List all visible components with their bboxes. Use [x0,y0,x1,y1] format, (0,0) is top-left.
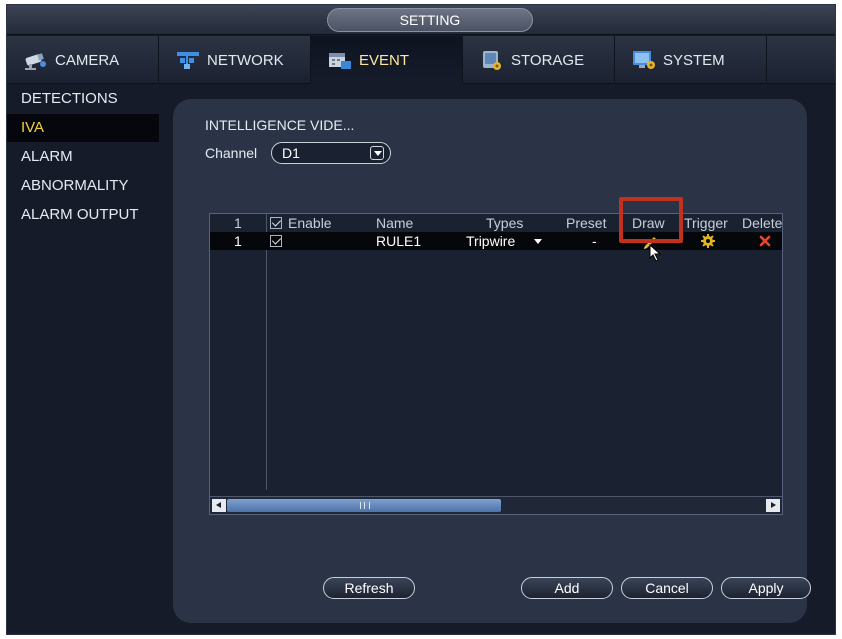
column-divider [266,214,267,490]
sidebar-item-alarm-output[interactable]: ALARM OUTPUT [7,201,159,229]
col-header-index: 1 [234,215,242,231]
horizontal-scrollbar[interactable] [210,496,782,514]
camera-icon [23,49,49,71]
storage-icon [479,49,505,71]
col-header-delete: Delete [742,215,783,231]
row-index: 1 [234,233,242,249]
tab-event-label: EVENT [359,51,410,69]
col-header-trigger: Trigger [684,215,728,231]
tab-network[interactable]: NETWORK [159,36,311,84]
gear-icon[interactable] [700,233,716,249]
add-button[interactable]: Add [521,577,613,599]
draw-highlight-box [619,197,683,243]
system-icon [631,49,657,71]
tab-system-label: SYSTEM [663,51,725,69]
channel-label: Channel [205,145,258,161]
rules-table: 1 Enable Name Types Preset Draw Trigger … [209,213,783,515]
tab-event[interactable]: EVENT [311,36,463,84]
chevron-down-icon [370,146,384,160]
refresh-button[interactable]: Refresh [323,577,415,599]
scroll-right-arrow-icon[interactable] [766,499,780,512]
rule-name: RULE1 [376,233,422,249]
sidebar: DETECTIONS IVA ALARM ABNORMALITY ALARM O… [7,85,159,230]
event-icon [327,49,353,71]
network-icon [175,49,201,71]
table-row[interactable]: 1 RULE1 Tripwire - [210,232,782,250]
tab-camera[interactable]: CAMERA [7,36,159,84]
chevron-down-icon[interactable] [534,239,542,244]
col-header-preset: Preset [566,215,607,231]
select-all-checkbox[interactable] [270,217,282,229]
setting-window: SETTING CAMERA NETWORK EVENT STORAGE SYS… [6,4,836,635]
rule-type-select[interactable]: Tripwire [466,232,515,250]
main-tabs: CAMERA NETWORK EVENT STORAGE SYSTEM [7,36,835,84]
channel-value: D1 [282,145,300,161]
content-panel: INTELLIGENCE VIDE... Channel D1 1 Enable… [173,99,811,623]
col-header-name: Name [376,215,414,231]
window-title: SETTING [327,8,533,32]
scrollbar-thumb[interactable] [227,499,501,512]
sidebar-item-iva[interactable]: IVA [7,114,159,142]
tab-network-label: NETWORK [207,51,284,69]
col-header-enable: Enable [288,215,332,231]
sidebar-item-abnormality[interactable]: ABNORMALITY [7,172,159,200]
tab-system[interactable]: SYSTEM [615,36,767,84]
tab-storage[interactable]: STORAGE [463,36,615,84]
page-title: INTELLIGENCE VIDE... [205,117,355,133]
title-bar: SETTING [7,5,835,35]
apply-button[interactable]: Apply [721,577,811,599]
tab-camera-label: CAMERA [55,51,120,69]
rule-preset: - [592,233,597,249]
scroll-left-arrow-icon[interactable] [212,499,226,512]
close-icon[interactable] [758,234,772,248]
row-enable-checkbox[interactable] [270,235,282,247]
cancel-button[interactable]: Cancel [621,577,713,599]
tab-storage-label: STORAGE [511,51,585,69]
channel-select[interactable]: D1 [271,142,391,164]
col-header-types: Types [486,215,524,231]
sidebar-item-alarm[interactable]: ALARM [7,143,159,171]
sidebar-item-detections[interactable]: DETECTIONS [7,85,159,113]
